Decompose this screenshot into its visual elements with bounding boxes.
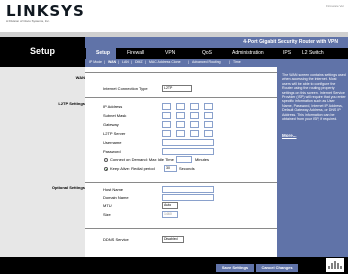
domain-name-label: Domain Name xyxy=(103,195,129,200)
section-divider xyxy=(85,228,277,229)
server-octet-3[interactable] xyxy=(190,130,199,137)
l2tp-section-label: L2TP Settings xyxy=(58,101,85,106)
wan-section-label: WAN xyxy=(75,75,85,80)
subtab-ip-mode[interactable]: IP Mode xyxy=(89,60,102,64)
ip-address-label: IP Address xyxy=(103,104,123,109)
subtab-separator: | xyxy=(145,60,146,64)
server-octet-4[interactable] xyxy=(204,130,213,137)
keep-alive-radio[interactable] xyxy=(104,167,108,171)
cisco-logo xyxy=(326,258,344,272)
gateway-label: Gateway xyxy=(103,122,119,127)
subtab-time[interactable]: Time xyxy=(233,60,241,64)
subnet-octet-3[interactable] xyxy=(190,112,199,119)
help-more-link[interactable]: More... xyxy=(282,133,297,138)
tab-setup[interactable]: Setup xyxy=(96,50,110,56)
firmware-version: Firmware Ver xyxy=(326,4,344,8)
subtab-mac-clone[interactable]: MAC Address Clone xyxy=(149,60,181,64)
connect-on-demand-label: Connect on Demand: Max Idle Time xyxy=(110,157,174,162)
subnet-octet-2[interactable] xyxy=(176,112,185,119)
mtu-label: MTU xyxy=(103,203,112,208)
subtab-separator: | xyxy=(104,60,105,64)
tab-firewall[interactable]: Firewall xyxy=(127,50,144,56)
subtab-lan[interactable]: LAN xyxy=(122,60,129,64)
subtab-separator: | xyxy=(131,60,132,64)
ddns-service-label: DDNS Service xyxy=(103,237,129,242)
mtu-select[interactable]: Auto xyxy=(162,202,178,209)
password-label: Password xyxy=(103,149,121,154)
server-octet-1[interactable] xyxy=(162,130,171,137)
subtab-separator: | xyxy=(188,60,189,64)
optional-section-label: Optional Settings xyxy=(51,185,85,190)
cisco-bridge-icon xyxy=(328,261,342,269)
section-divider xyxy=(85,182,277,183)
product-name: 4-Port Gigabit Security Router with VPN xyxy=(243,39,338,45)
tab-qos[interactable]: QoS xyxy=(202,50,212,56)
gateway-octet-4[interactable] xyxy=(204,121,213,128)
size-input[interactable]: 1460 xyxy=(162,211,178,218)
linksys-logo: LINKSYS xyxy=(6,2,85,20)
subtab-advanced-routing[interactable]: Advanced Routing xyxy=(192,60,221,64)
keep-alive-label: Keep Alive: Redial period xyxy=(110,166,155,171)
size-label: Size xyxy=(103,212,111,217)
gateway-octet-3[interactable] xyxy=(190,121,199,128)
ip-octet-3[interactable] xyxy=(190,103,199,110)
section-divider xyxy=(85,97,277,98)
gateway-octet-1[interactable] xyxy=(162,121,171,128)
subtab-wan[interactable]: WAN xyxy=(108,60,116,64)
help-text: The WAN screen contains settings used wh… xyxy=(282,73,346,122)
gateway-octet-2[interactable] xyxy=(176,121,185,128)
tab-vpn[interactable]: VPN xyxy=(165,50,175,56)
seconds-label: Seconds xyxy=(179,166,195,171)
subtab-separator: | xyxy=(118,60,119,64)
page-title: Setup xyxy=(29,46,55,56)
tab-administration[interactable]: Administration xyxy=(232,50,264,56)
save-settings-button[interactable]: Save Settings xyxy=(216,264,254,272)
ip-octet-4[interactable] xyxy=(204,103,213,110)
host-name-input[interactable] xyxy=(162,186,214,193)
section-labels-column xyxy=(0,67,85,257)
subnet-octet-1[interactable] xyxy=(162,112,171,119)
conn-type-label: Internet Connection Type xyxy=(103,86,148,91)
cancel-changes-button[interactable]: Cancel Changes xyxy=(256,264,298,272)
connect-on-demand-radio[interactable] xyxy=(104,158,108,162)
host-name-label: Host Name xyxy=(103,187,124,192)
subnet-octet-4[interactable] xyxy=(204,112,213,119)
redial-period-input[interactable]: 30 xyxy=(164,165,177,172)
password-input[interactable] xyxy=(162,148,214,155)
ip-octet-2[interactable] xyxy=(176,103,185,110)
subtab-dmz[interactable]: DMZ xyxy=(135,60,143,64)
ip-octet-1[interactable] xyxy=(162,103,171,110)
ddns-service-select[interactable]: Disabled xyxy=(162,236,184,243)
max-idle-time-input[interactable] xyxy=(176,156,192,163)
brand-subtitle: A Division of Cisco Systems, Inc. xyxy=(6,19,50,23)
subnet-mask-label: Subnet Mask xyxy=(103,113,127,118)
domain-name-input[interactable] xyxy=(162,194,214,201)
l2tp-server-label: L2TP Server xyxy=(103,131,126,136)
server-octet-2[interactable] xyxy=(176,130,185,137)
username-input[interactable] xyxy=(162,139,214,146)
tab-l2-switch[interactable]: L2 Switch xyxy=(302,50,324,56)
section-divider xyxy=(85,72,277,73)
conn-type-select[interactable]: L2TP xyxy=(162,85,192,92)
subtab-separator: | xyxy=(229,60,230,64)
minutes-label: Minutes xyxy=(195,157,210,162)
tab-ips[interactable]: IPS xyxy=(283,50,291,56)
username-label: Username xyxy=(103,140,122,145)
